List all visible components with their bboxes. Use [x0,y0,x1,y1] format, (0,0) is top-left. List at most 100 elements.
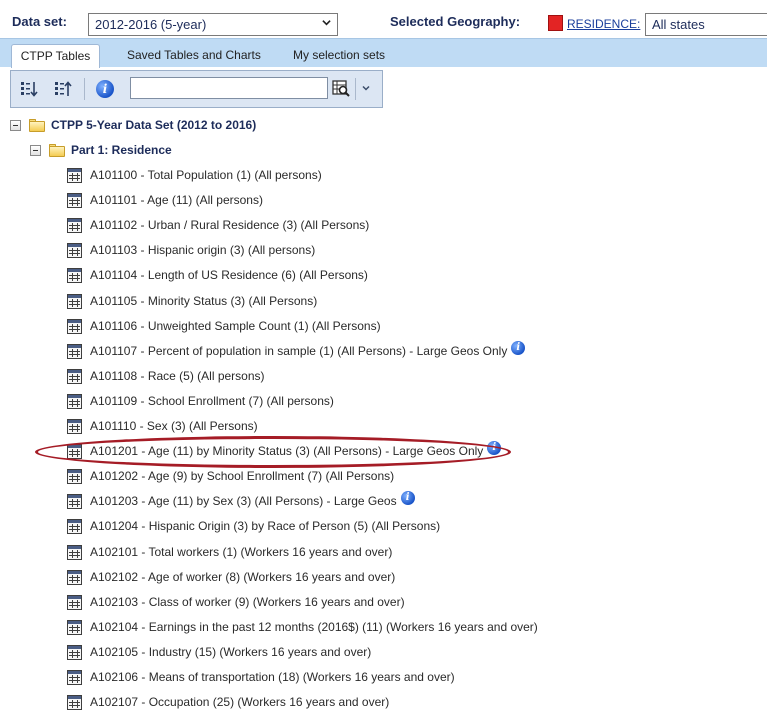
table-list-item[interactable]: A101203 - Age (11) by Sex (3) (All Perso… [67,491,415,511]
table-list-item[interactable]: A101102 - Urban / Rural Residence (3) (A… [67,215,369,235]
table-list-item[interactable]: A101204 - Hispanic Origin (3) by Race of… [67,516,440,536]
table-icon [67,192,82,208]
table-item-label[interactable]: A102106 - Means of transportation (18) (… [90,670,455,684]
table-item-label[interactable]: A101110 - Sex (3) (All Persons) [90,419,258,433]
dropdown-chevron-icon[interactable] [361,83,371,93]
top-bar: Data set: 2012-2016 (5-year) Selected Ge… [0,0,767,38]
tree-part-node[interactable]: Part 1: Residence [30,140,172,160]
table-icon [67,242,82,258]
info-icon[interactable]: i [400,491,415,505]
toolbar-separator [84,78,85,100]
collapse-icon[interactable] [10,119,21,131]
table-item-label[interactable]: A102103 - Class of worker (9) (Workers 1… [90,595,405,609]
table-item-label[interactable]: A101104 - Length of US Residence (6) (Al… [90,268,368,282]
residence-link[interactable]: RESIDENCE: [567,17,640,31]
info-icon[interactable]: i [96,80,114,98]
toolbar-separator [355,78,356,100]
table-list-item[interactable]: A101201 - Age (11) by Minority Status (3… [67,441,502,461]
table-list-item[interactable]: A101101 - Age (11) (All persons) [67,190,263,210]
table-item-label[interactable]: A101101 - Age (11) (All persons) [90,193,263,207]
table-icon [67,493,82,509]
table-list-item[interactable]: A101106 - Unweighted Sample Count (1) (A… [67,316,381,336]
tab-bar: CTPP Tables Saved Tables and Charts My s… [0,38,767,68]
table-list-item[interactable]: A102101 - Total workers (1) (Workers 16 … [67,542,392,562]
state-select[interactable]: All states [645,13,767,36]
tree-part-label[interactable]: Part 1: Residence [71,143,172,157]
table-item-label[interactable]: A101102 - Urban / Rural Residence (3) (A… [90,218,369,232]
selected-geography-label: Selected Geography: [390,14,521,29]
table-list-item[interactable]: A101104 - Length of US Residence (6) (Al… [67,265,368,285]
table-item-label[interactable]: A101100 - Total Population (1) (All pers… [90,168,322,182]
table-icon [67,569,82,585]
table-icon [67,368,82,384]
table-search-input[interactable] [130,77,328,99]
table-list-item[interactable]: A102106 - Means of transportation (18) (… [67,667,455,687]
table-item-label[interactable]: A102104 - Earnings in the past 12 months… [90,620,538,634]
table-item-label[interactable]: A101105 - Minority Status (3) (All Perso… [90,294,317,308]
table-item-label[interactable]: A101204 - Hispanic Origin (3) by Race of… [90,519,440,533]
table-item-label[interactable]: A102107 - Occupation (25) (Workers 16 ye… [90,695,389,709]
table-icon [67,594,82,610]
table-list-item[interactable]: A101103 - Hispanic origin (3) (All perso… [67,240,315,260]
collapse-icon[interactable] [30,144,41,156]
table-item-label[interactable]: A101107 - Percent of population in sampl… [90,344,507,358]
state-select-value: All states [652,17,705,32]
residence-color-swatch [548,15,563,31]
table-icon [67,443,82,459]
table-icon [67,518,82,534]
table-icon [67,343,82,359]
tab-my-selection-sets[interactable]: My selection sets [293,44,385,68]
sort-descending-icon[interactable] [20,80,38,98]
table-icon [67,468,82,484]
folder-icon [29,118,45,132]
table-toolbar: i [10,70,383,108]
table-item-label[interactable]: A101201 - Age (11) by Minority Status (3… [90,444,483,458]
info-icon[interactable]: i [487,441,502,455]
tab-my-selection-sets-label: My selection sets [293,48,386,62]
table-list-item[interactable]: A101105 - Minority Status (3) (All Perso… [67,291,317,311]
table-item-label[interactable]: A101109 - School Enrollment (7) (All per… [90,394,334,408]
table-item-label[interactable]: A102105 - Industry (15) (Workers 16 year… [90,645,371,659]
table-icon [67,293,82,309]
tab-saved-tables-label: Saved Tables and Charts [127,48,261,62]
table-item-label[interactable]: A101108 - Race (5) (All persons) [90,369,265,383]
table-icon [67,644,82,660]
tab-ctpp-tables-label: CTPP Tables [20,49,91,63]
table-list-item[interactable]: A101109 - School Enrollment (7) (All per… [67,391,334,411]
info-icon[interactable]: i [511,341,526,355]
table-icon [67,393,82,409]
table-icon [67,619,82,635]
sort-ascending-icon[interactable] [54,80,72,98]
dataset-select[interactable]: 2012-2016 (5-year) [88,13,338,36]
table-list-item[interactable]: A102102 - Age of worker (8) (Workers 16 … [67,567,395,587]
table-item-label[interactable]: A101106 - Unweighted Sample Count (1) (A… [90,319,381,333]
table-icon [67,694,82,710]
table-list-item[interactable]: A101202 - Age (9) by School Enrollment (… [67,466,394,486]
table-list-item[interactable]: A102107 - Occupation (25) (Workers 16 ye… [67,692,389,712]
table-list-item[interactable]: A102103 - Class of worker (9) (Workers 1… [67,592,405,612]
table-list-item[interactable]: A101108 - Race (5) (All persons) [67,366,265,386]
table-list-item[interactable]: A102104 - Earnings in the past 12 months… [67,617,538,637]
table-item-label[interactable]: A101203 - Age (11) by Sex (3) (All Perso… [90,494,397,508]
tree-root-label[interactable]: CTPP 5-Year Data Set (2012 to 2016) [51,118,256,132]
table-list-item[interactable]: A101107 - Percent of population in sampl… [67,341,526,361]
table-item-label[interactable]: A102101 - Total workers (1) (Workers 16 … [90,545,392,559]
dataset-label: Data set: [12,14,67,29]
table-icon [67,669,82,685]
dataset-select-value: 2012-2016 (5-year) [95,17,207,32]
table-icon [67,217,82,233]
tree-root-node[interactable]: CTPP 5-Year Data Set (2012 to 2016) [10,115,256,135]
table-item-label[interactable]: A101103 - Hispanic origin (3) (All perso… [90,243,315,257]
table-item-label[interactable]: A101202 - Age (9) by School Enrollment (… [90,469,394,483]
table-list-item[interactable]: A101110 - Sex (3) (All Persons) [67,416,258,436]
table-icon [67,418,82,434]
table-icon [67,267,82,283]
search-table-icon[interactable] [332,80,350,98]
folder-icon [49,143,65,157]
table-list-item[interactable]: A102105 - Industry (15) (Workers 16 year… [67,642,371,662]
table-list-item[interactable]: A101100 - Total Population (1) (All pers… [67,165,322,185]
tab-ctpp-tables[interactable]: CTPP Tables [11,44,100,68]
chevron-down-icon [322,20,331,26]
tab-saved-tables-and-charts[interactable]: Saved Tables and Charts [127,44,261,68]
table-item-label[interactable]: A102102 - Age of worker (8) (Workers 16 … [90,570,395,584]
